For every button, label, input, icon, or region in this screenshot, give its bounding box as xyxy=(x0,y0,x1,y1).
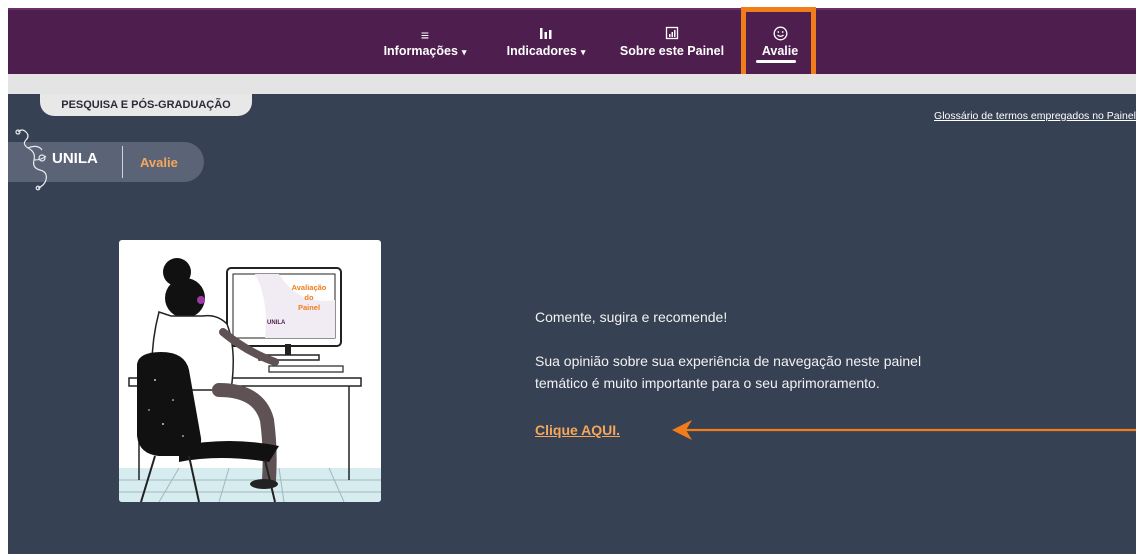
nav-label-wrap: Informações ▾ xyxy=(384,44,467,58)
message-body: Sua opinião sobre sua experiência de nav… xyxy=(535,353,922,391)
nav-label-wrap: Indicadores ▾ xyxy=(507,44,586,58)
brand-divider xyxy=(122,146,123,178)
illustration-card: Avaliação do Painel UNILA xyxy=(119,240,381,502)
click-here-link[interactable]: Clique AQUI. xyxy=(535,422,620,438)
sub-header-bar xyxy=(8,74,1136,94)
screen-title-2: do xyxy=(304,293,314,302)
unila-logo-icon xyxy=(15,129,47,191)
section-tab-label: PESQUISA E PÓS-GRADUAÇÃO xyxy=(61,99,231,111)
chevron-down-icon: ▾ xyxy=(461,47,467,57)
screen-logo: UNILA xyxy=(267,320,286,326)
top-navigation-bar: ≡ Informações ▾ Indicadores ▾ Sobre este P… xyxy=(8,10,1136,74)
report-icon xyxy=(665,26,679,44)
chevron-down-icon: ▾ xyxy=(580,47,586,57)
nav-item-indicadores[interactable]: Indicadores ▾ xyxy=(496,10,596,74)
list-icon: ≡ xyxy=(420,27,430,43)
message-title: Comente, sugira e recomende! xyxy=(535,309,728,325)
brand-page-title: Avalie xyxy=(140,155,178,170)
section-tab: PESQUISA E PÓS-GRADUAÇÃO xyxy=(40,94,252,116)
nav-item-label: Sobre este Painel xyxy=(619,44,725,58)
screen-title-3: Painel xyxy=(298,303,320,312)
highlight-box xyxy=(741,7,816,82)
brand-name: UNILA xyxy=(52,150,98,167)
bar-chart-icon xyxy=(539,26,553,44)
screen-title-1: Avaliação xyxy=(292,283,327,292)
glossary-link[interactable]: Glossário de termos empregados no Painel xyxy=(934,110,1136,122)
nav-item-label: Informações xyxy=(383,44,458,58)
nav-item-label: Indicadores xyxy=(506,44,577,58)
nav-item-informacoes[interactable]: ≡ Informações ▾ xyxy=(370,10,480,74)
arrow-left-icon xyxy=(672,420,1136,440)
person-at-computer-illustration: Avaliação do Painel UNILA xyxy=(119,258,381,502)
nav-item-sobre-este-painel[interactable]: Sobre este Painel xyxy=(612,10,732,74)
